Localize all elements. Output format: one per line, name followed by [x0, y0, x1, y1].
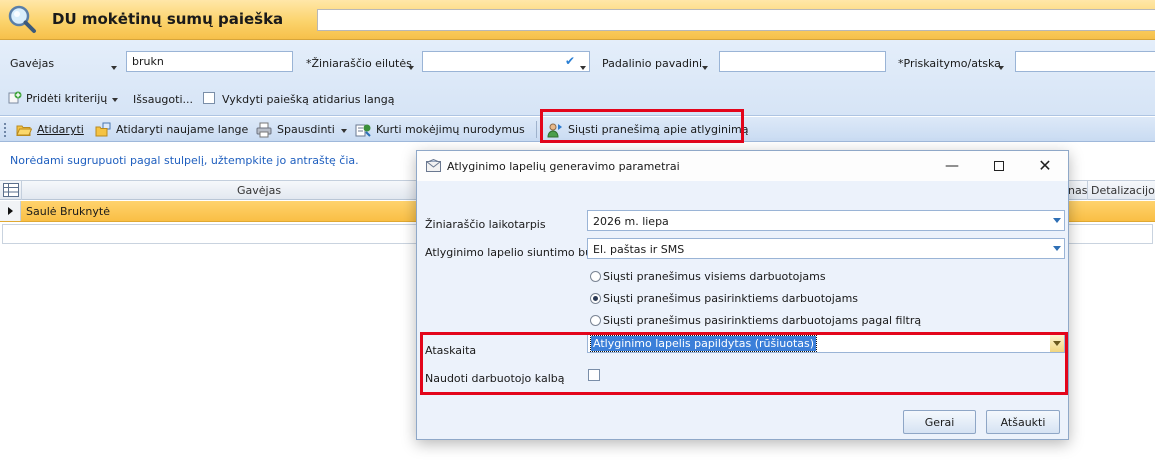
close-icon[interactable]: ✕: [1036, 157, 1054, 175]
period-combo[interactable]: 2026 m. liepa: [587, 210, 1065, 231]
padalinio-input[interactable]: [719, 51, 886, 72]
payment-orders-icon: [355, 122, 371, 138]
column-header-partial[interactable]: nas: [1068, 184, 1087, 197]
row-pointer-icon: [8, 207, 13, 215]
chevron-down-icon: [112, 92, 119, 105]
dialog-titlebar[interactable]: Atlyginimo lapelių generavimo parametrai…: [417, 151, 1068, 181]
create-payment-orders-button[interactable]: Kurti mokėjimų nurodymus: [355, 117, 525, 142]
cell-gavejas: Saulė Bruknytė: [26, 205, 110, 218]
page-header: DU mokėtinų sumų paieška: [0, 0, 1155, 40]
priskaitymo-operator-dropdown[interactable]: [998, 60, 1004, 73]
run-on-open-label: Vykdyti paiešką atidarius langą: [222, 93, 395, 106]
column-header-gavejas[interactable]: Gavėjas: [237, 184, 281, 197]
period-value: 2026 m. liepa: [593, 215, 669, 228]
chevron-down-icon[interactable]: [1050, 239, 1064, 258]
highlight-report-section: [420, 332, 1068, 395]
priskaitymo-label: *Priskaitymo/atska: [898, 57, 1001, 70]
print-button[interactable]: Spausdinti: [256, 117, 347, 142]
checkmark-icon: ✔: [565, 54, 576, 68]
save-search-link[interactable]: Išsaugoti...: [133, 93, 193, 106]
gavejas-input-value: brukn: [132, 55, 164, 68]
radio-send-all-label: Siųsti pranešimus visiems darbuotojams: [603, 270, 826, 283]
column-header-detalizacijos[interactable]: Detalizacijos: [1091, 184, 1155, 197]
page-title: DU mokėtinų sumų paieška: [52, 10, 284, 28]
gavejas-operator-dropdown[interactable]: [111, 60, 117, 73]
padalinio-label: Padalinio pavadini: [602, 57, 703, 70]
run-on-open-checkbox[interactable]: [203, 92, 215, 104]
maximize-icon[interactable]: [990, 157, 1008, 175]
cancel-button[interactable]: Atšaukti: [986, 410, 1060, 434]
ziniarastis-operator-dropdown[interactable]: [408, 60, 414, 73]
header-search-input[interactable]: [317, 9, 1155, 31]
radio-send-filter[interactable]: [590, 315, 601, 326]
gavejas-input[interactable]: brukn: [126, 51, 293, 72]
folder-open-icon: [16, 122, 33, 138]
gavejas-label: Gavėjas: [10, 57, 55, 70]
toolbar-separator: [536, 121, 537, 138]
minimize-icon[interactable]: —: [943, 157, 961, 175]
add-criteria-icon: [8, 91, 22, 105]
chevron-down-icon[interactable]: [580, 60, 586, 73]
dialog-title: Atlyginimo lapelių generavimo parametrai: [447, 160, 680, 173]
open-new-window-button[interactable]: Atidaryti naujame lange: [95, 117, 248, 142]
filter-panel: Gavėjas brukn *Žiniaraščio eilutės ✔ Pad…: [0, 40, 1155, 116]
add-criteria-button[interactable]: Pridėti kriterijų: [8, 91, 119, 105]
ziniarastis-label: *Žiniaraščio eilutės: [306, 57, 412, 70]
send-method-value: El. paštas ir SMS: [593, 243, 685, 256]
magnifier-icon: [6, 4, 38, 36]
salary-slip-parameters-dialog: Atlyginimo lapelių generavimo parametrai…: [416, 150, 1069, 440]
radio-send-all[interactable]: [590, 271, 601, 282]
printer-icon: [256, 122, 272, 138]
priskaitymo-input[interactable]: [1015, 51, 1155, 72]
send-method-label: Atlyginimo lapelio siuntimo būdas: [425, 246, 612, 259]
folder-new-window-icon: [95, 122, 111, 138]
highlight-send-notice: [540, 109, 744, 143]
group-by-hint: Norėdami sugrupuoti pagal stulpelį, užte…: [10, 154, 359, 167]
radio-send-selected[interactable]: [590, 293, 601, 304]
open-button[interactable]: Atidaryti: [16, 117, 84, 142]
chevron-down-icon: [340, 123, 347, 136]
grid-column-chooser-icon[interactable]: [3, 183, 19, 197]
toolbar-grip[interactable]: [4, 123, 6, 137]
padalinio-operator-dropdown[interactable]: [702, 60, 708, 73]
row-indicator: [0, 201, 21, 221]
radio-send-filter-label: Siųsti pranešimus pasirinktiems darbuoto…: [603, 314, 922, 327]
ok-button[interactable]: Gerai: [903, 410, 976, 434]
radio-send-selected-label: Siųsti pranešimus pasirinktiems darbuoto…: [603, 292, 859, 305]
send-method-combo[interactable]: El. paštas ir SMS: [587, 238, 1065, 259]
period-label: Žiniaraščio laikotarpis: [425, 218, 546, 231]
ziniarastis-input[interactable]: ✔: [422, 51, 590, 72]
chevron-down-icon[interactable]: [1050, 211, 1064, 230]
envelope-icon: [426, 158, 441, 172]
